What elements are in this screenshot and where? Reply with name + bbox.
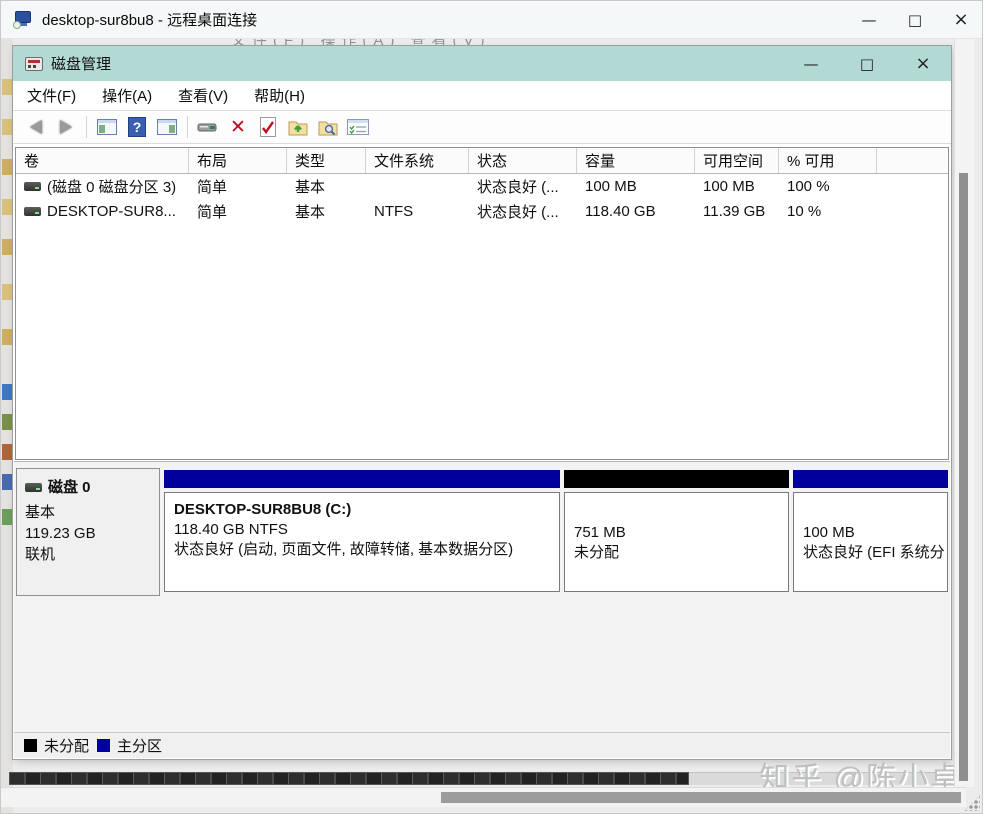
desktop-edge-strip bbox=[1, 39, 13, 814]
col-pct-free[interactable]: % 可用 bbox=[779, 148, 877, 173]
col-volume[interactable]: 卷 bbox=[16, 148, 189, 173]
dm-minimize-button[interactable]: — bbox=[783, 46, 839, 81]
horizontal-scrollbar-thumb[interactable] bbox=[441, 792, 961, 803]
vertical-scrollbar[interactable] bbox=[954, 39, 974, 787]
col-type[interactable]: 类型 bbox=[287, 148, 366, 173]
partition-c-status: 状态良好 (启动, 页面文件, 故障转储, 基本数据分区) bbox=[174, 540, 559, 560]
disk0-status: 联机 bbox=[25, 544, 151, 565]
background-window-menu: 文件(F) 操作(A) 查看(V) bbox=[231, 39, 491, 46]
rdp-close-button[interactable]: × bbox=[938, 1, 983, 38]
help-icon[interactable]: ? bbox=[122, 114, 152, 140]
volume-row-partition3[interactable]: (磁盘 0 磁盘分区 3) 简单 基本 状态良好 (... 100 MB 100… bbox=[16, 174, 948, 199]
disk0-label-panel[interactable]: 磁盘 0 基本 119.23 GB 联机 bbox=[16, 468, 160, 596]
disk-management-window: 磁盘管理 — □ × 文件(F) 操作(A) 查看(V) 帮助(H) bbox=[13, 46, 951, 759]
disk-management-titlebar[interactable]: 磁盘管理 — □ × bbox=[13, 46, 951, 81]
legend-swatch-primary bbox=[97, 739, 110, 752]
col-filesystem[interactable]: 文件系统 bbox=[366, 148, 469, 173]
toolbar-separator bbox=[86, 116, 87, 138]
partition-efi-status: 状态良好 (EFI 系统分 bbox=[803, 543, 947, 563]
vertical-scrollbar-thumb[interactable] bbox=[959, 173, 968, 781]
partition-c-header bbox=[164, 470, 560, 488]
rdp-window: desktop-sur8bu8 - 远程桌面连接 — □ × 文件(F) 操作(… bbox=[0, 0, 983, 814]
partition-c-title: DESKTOP-SUR8BU8 (C:) bbox=[174, 500, 559, 520]
export-folder-icon[interactable] bbox=[283, 114, 313, 140]
delete-volume-icon[interactable]: ✕ bbox=[223, 114, 253, 140]
col-free-space[interactable]: 可用空间 bbox=[695, 148, 779, 173]
volume-list: 卷 布局 类型 文件系统 状态 容量 可用空间 % 可用 (磁盘 0 磁盘分区 … bbox=[15, 147, 949, 460]
console-tree-icon[interactable] bbox=[92, 114, 122, 140]
legend-swatch-unallocated bbox=[24, 739, 37, 752]
forward-icon[interactable] bbox=[51, 114, 81, 140]
volume-row-c-drive[interactable]: DESKTOP-SUR8... 简单 基本 NTFS 状态良好 (... 118… bbox=[16, 199, 948, 224]
menu-view[interactable]: 查看(V) bbox=[178, 85, 228, 106]
menu-bar: 文件(F) 操作(A) 查看(V) 帮助(H) bbox=[13, 81, 951, 111]
col-status[interactable]: 状态 bbox=[469, 148, 577, 173]
dm-close-button[interactable]: × bbox=[895, 46, 951, 81]
disk0-type: 基本 bbox=[25, 502, 151, 523]
partition-efi-size: 100 MB bbox=[803, 523, 947, 543]
partition-c-size: 118.40 GB NTFS bbox=[174, 520, 559, 540]
volume-icon bbox=[24, 182, 41, 191]
properties-check-icon[interactable] bbox=[253, 114, 283, 140]
toolbar: ? ✕ bbox=[13, 111, 951, 144]
partition-efi[interactable]: 100 MB 状态良好 (EFI 系统分 bbox=[793, 470, 948, 596]
partition-efi-header bbox=[793, 470, 948, 488]
rdp-minimize-button[interactable]: — bbox=[846, 1, 892, 38]
rdp-app-icon bbox=[13, 11, 33, 29]
disk0-size: 119.23 GB bbox=[25, 523, 151, 544]
disk-management-title: 磁盘管理 bbox=[51, 53, 111, 74]
resize-grip[interactable] bbox=[964, 795, 980, 811]
menu-help[interactable]: 帮助(H) bbox=[254, 85, 305, 106]
rdp-titlebar[interactable]: desktop-sur8bu8 - 远程桌面连接 — □ × bbox=[1, 1, 983, 39]
svg-text:?: ? bbox=[133, 119, 142, 135]
partition-unallocated[interactable]: 751 MB 未分配 bbox=[564, 470, 789, 596]
remote-taskbar-sliver bbox=[9, 772, 689, 785]
rdp-window-title: desktop-sur8bu8 - 远程桌面连接 bbox=[42, 9, 257, 30]
disk-view-icon[interactable] bbox=[193, 114, 223, 140]
back-icon[interactable] bbox=[21, 114, 51, 140]
menu-action[interactable]: 操作(A) bbox=[102, 85, 152, 106]
rdp-maximize-button[interactable]: □ bbox=[892, 1, 938, 38]
legend-primary-partition: 主分区 bbox=[97, 735, 162, 756]
legend-unallocated: 未分配 bbox=[24, 735, 89, 756]
horizontal-scrollbar[interactable] bbox=[1, 787, 966, 807]
col-layout[interactable]: 布局 bbox=[189, 148, 287, 173]
graphical-view: 磁盘 0 基本 119.23 GB 联机 DESKTOP-SUR8BU8 (C:… bbox=[14, 461, 950, 758]
task-list-icon[interactable] bbox=[343, 114, 373, 140]
toolbar-separator bbox=[187, 116, 188, 138]
volume-table-header: 卷 布局 类型 文件系统 状态 容量 可用空间 % 可用 bbox=[16, 148, 948, 174]
col-empty[interactable] bbox=[877, 148, 948, 173]
col-capacity[interactable]: 容量 bbox=[577, 148, 695, 173]
volume-icon bbox=[24, 207, 41, 216]
disk-icon bbox=[25, 483, 42, 492]
search-folder-icon[interactable] bbox=[313, 114, 343, 140]
menu-file[interactable]: 文件(F) bbox=[27, 85, 76, 106]
action-pane-icon[interactable] bbox=[152, 114, 182, 140]
rdp-viewport: 文件(F) 操作(A) 查看(V) n 磁盘管理 — □ × 文件(F) 操作(… bbox=[1, 39, 983, 814]
partition-c[interactable]: DESKTOP-SUR8BU8 (C:) 118.40 GB NTFS 状态良好… bbox=[164, 470, 560, 596]
disk-management-app-icon bbox=[25, 57, 43, 71]
disk0-row: 磁盘 0 基本 119.23 GB 联机 DESKTOP-SUR8BU8 (C:… bbox=[14, 466, 950, 596]
disk0-name: 磁盘 0 bbox=[48, 477, 91, 498]
partition-unallocated-header bbox=[564, 470, 789, 488]
partition-unallocated-size: 751 MB bbox=[574, 523, 788, 543]
dm-maximize-button[interactable]: □ bbox=[839, 46, 895, 81]
partition-unallocated-status: 未分配 bbox=[574, 543, 788, 563]
